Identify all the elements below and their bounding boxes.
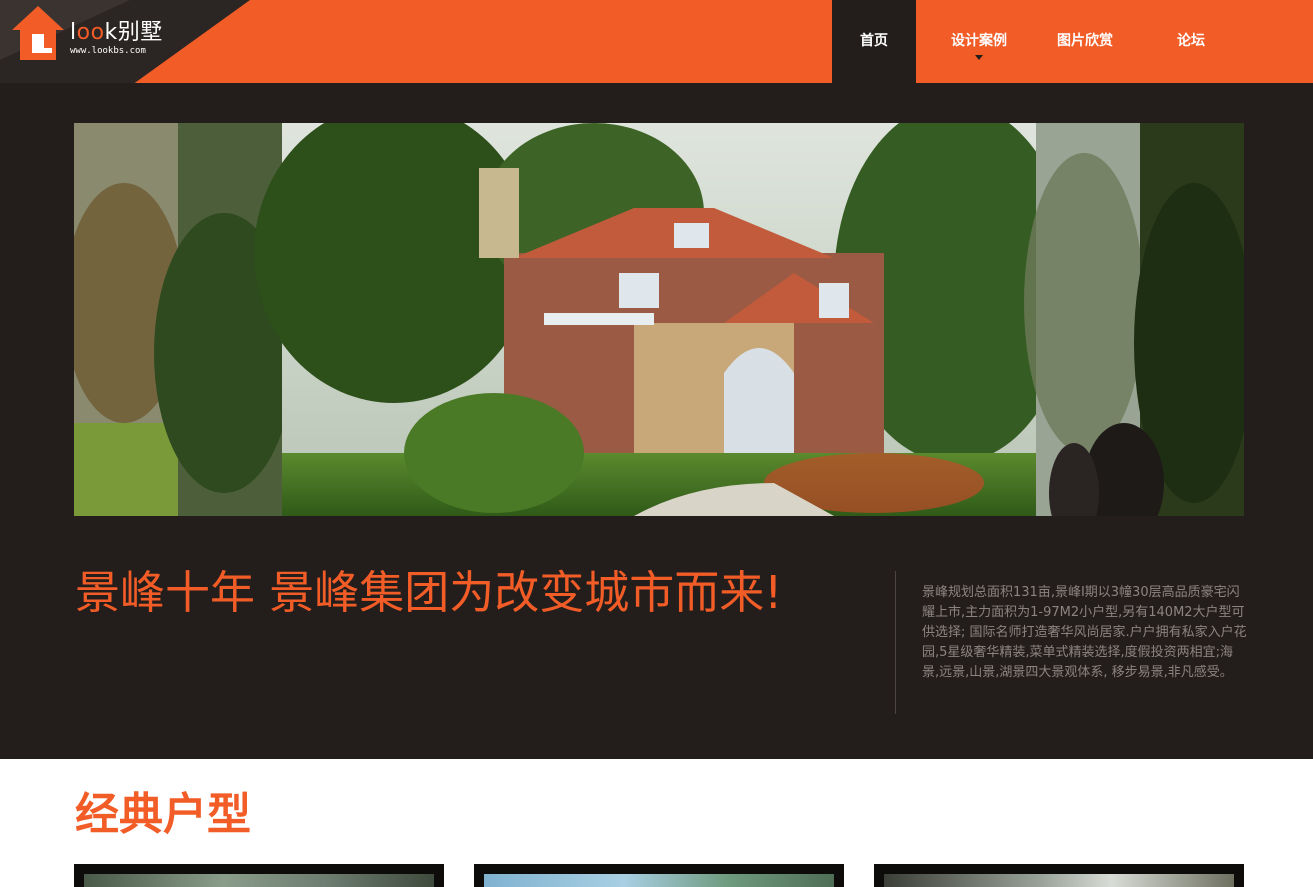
house-type-card[interactable]	[874, 864, 1244, 887]
nav-item-forum[interactable]: 论坛	[1128, 0, 1254, 83]
dropdown-caret-icon	[975, 55, 983, 60]
house-icon	[12, 6, 64, 60]
house-type-cards	[74, 864, 1244, 887]
hero-divider	[895, 571, 896, 714]
nav-item-gallery[interactable]: 图片欣赏	[1042, 0, 1128, 83]
brand-url: www.lookbs.com	[70, 46, 146, 56]
nav-item-home[interactable]: 首页	[832, 0, 916, 83]
nav-item-label: 图片欣赏	[1057, 33, 1113, 49]
site-header: look别墅 www.lookbs.com 首页 设计案例 图片欣赏 论坛	[0, 0, 1313, 128]
site-logo[interactable]: look别墅 www.lookbs.com	[10, 4, 163, 64]
hero-headline: 景峰十年 景峰集团为改变城市而来!	[75, 566, 783, 619]
nav-item-label: 论坛	[1177, 33, 1205, 49]
house-type-thumbnail	[484, 874, 834, 887]
house-type-thumbnail	[84, 874, 434, 887]
house-type-card[interactable]	[474, 864, 844, 887]
main-nav: 首页 设计案例 图片欣赏 论坛	[832, 0, 1254, 83]
nav-item-label: 首页	[860, 33, 888, 49]
house-type-thumbnail	[884, 874, 1234, 887]
brand-name: look别墅	[70, 20, 163, 45]
nav-item-label: 设计案例	[951, 33, 1007, 49]
nav-item-design-cases[interactable]: 设计案例	[916, 0, 1042, 83]
villa-banner-image[interactable]	[74, 123, 1244, 516]
section-title: 经典户型	[75, 789, 251, 840]
hero-section: 景峰十年 景峰集团为改变城市而来! 景峰规划总面积131亩,景峰I期以3幢30层…	[0, 83, 1313, 759]
house-type-card[interactable]	[74, 864, 444, 887]
hero-intro-text: 景峰规划总面积131亩,景峰I期以3幢30层高品质豪宅闪耀上市,主力面积为1-9…	[922, 585, 1247, 680]
